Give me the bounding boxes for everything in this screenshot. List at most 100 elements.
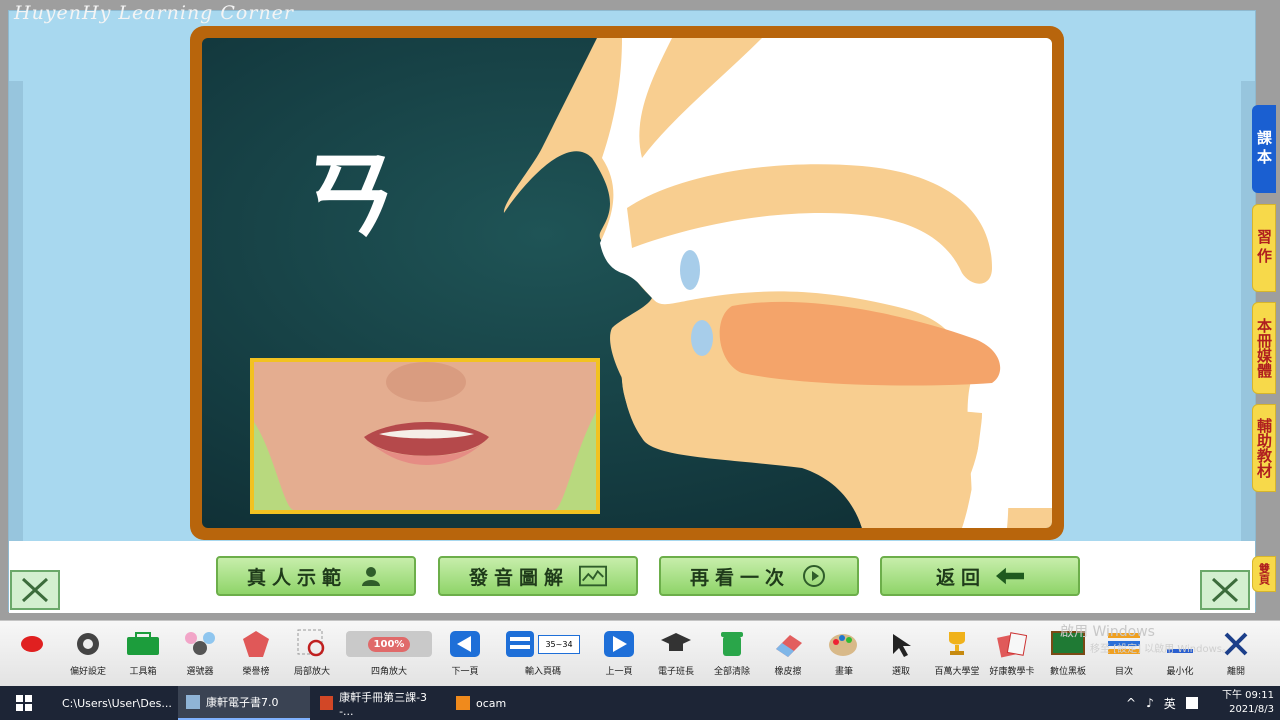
tool-label: 最小化: [1166, 667, 1194, 677]
class-leader-tool[interactable]: 電子班長: [646, 629, 706, 677]
toolbox-tool[interactable]: 工具箱: [113, 629, 173, 677]
four-corner-zoom-tool[interactable]: 100% 四角放大: [344, 629, 434, 677]
input-language[interactable]: 英: [1164, 695, 1176, 712]
clock-date: 2021/8/3: [1229, 704, 1274, 715]
real-person-video[interactable]: [250, 358, 600, 514]
trash-icon: [715, 629, 749, 659]
back-arrow-icon: [996, 563, 1024, 589]
button-label: 發音圖解: [468, 566, 569, 589]
replay-button[interactable]: 再看一次: [659, 556, 859, 596]
task-label: 康軒電子書7.0: [206, 696, 279, 709]
return-button[interactable]: 返回: [880, 556, 1080, 596]
next-page-tool[interactable]: 上一頁: [589, 629, 649, 677]
cards-icon: [995, 629, 1029, 659]
preferences-tool[interactable]: 偏好設定: [58, 629, 118, 677]
chevron-up-icon[interactable]: ^: [1126, 696, 1136, 710]
page-input-tool[interactable]: 35~34 輸入頁碼: [500, 629, 586, 677]
gear-icon: [71, 629, 105, 659]
cursor-icon: [884, 629, 918, 659]
selector-tool[interactable]: 選號器: [170, 629, 230, 677]
clock[interactable]: 下午 09:11 2021/8/3: [1214, 686, 1274, 720]
taskbar-item-explorer[interactable]: C:\Users\User\Des...: [48, 686, 174, 720]
left-strip: [9, 81, 23, 541]
person-icon: [357, 563, 385, 589]
zoom-icon: [295, 629, 329, 659]
page-input-field[interactable]: 35~34: [538, 634, 580, 654]
graduation-icon: [659, 629, 693, 659]
tab-textbook[interactable]: 課本: [1252, 105, 1276, 193]
button-label: 再看一次: [689, 566, 790, 589]
tool-label: 選取: [891, 667, 910, 677]
tool-label: 離開: [1226, 667, 1245, 677]
system-tray: ^ ♪ 英: [1126, 686, 1198, 720]
tool-label: 四角放大: [370, 667, 407, 677]
next-icon: [602, 629, 636, 659]
select-tool[interactable]: 選取: [871, 629, 931, 677]
button-label: 真人示範: [246, 566, 347, 589]
lower-tooth: [691, 320, 713, 356]
tool-label: 全部清除: [713, 667, 750, 677]
ocam-icon: [456, 696, 470, 710]
teaching-cards-tool[interactable]: 好康教學卡: [982, 629, 1042, 677]
tool-label: 選號器: [186, 667, 214, 677]
tool-label: 下一頁: [451, 667, 479, 677]
chart-icon: [579, 563, 607, 589]
tool-label: 好康教學卡: [989, 667, 1035, 677]
tab-aux-materials[interactable]: 輔助教材: [1252, 404, 1276, 492]
tool-label: 電子班長: [657, 667, 694, 677]
tool-label: 輸入頁碼: [524, 667, 561, 677]
close-right-button[interactable]: [1200, 570, 1250, 610]
upper-tooth: [680, 250, 700, 290]
ime-icon[interactable]: [1185, 697, 1198, 709]
taskbar-item-ocam[interactable]: ocam: [448, 686, 568, 720]
eraser-tool[interactable]: 橡皮擦: [758, 629, 818, 677]
taskbar-item-ebook[interactable]: 康軒電子書7.0: [178, 686, 310, 720]
task-label: 康軒手冊第三課-3 -...: [339, 690, 428, 718]
million-school-tool[interactable]: 百萬大學堂: [927, 629, 987, 677]
zoom-100-icon: 100%: [346, 629, 432, 659]
tool-label: 局部放大: [293, 667, 330, 677]
close-left-button[interactable]: [10, 570, 60, 610]
windows-activation-title: 啟用 Windows: [1060, 624, 1155, 640]
real-person-demo-button[interactable]: 真人示範: [216, 556, 416, 596]
tab-workbook[interactable]: 習作: [1252, 204, 1276, 292]
trophy-icon: [940, 629, 974, 659]
clock-time: 下午 09:11: [1222, 690, 1274, 701]
task-label: C:\Users\User\Des...: [62, 696, 172, 710]
pronunciation-board: ㄢ: [190, 26, 1064, 540]
mouth-video-frame: [254, 362, 596, 510]
palette-icon: [827, 629, 861, 659]
tool-label: 橡皮擦: [774, 667, 802, 677]
button-label: 返回: [935, 566, 986, 589]
tab-double-page[interactable]: 雙頁: [1252, 556, 1276, 592]
pen-tool[interactable]: 畫筆: [814, 629, 874, 677]
clear-all-tool[interactable]: 全部清除: [702, 629, 762, 677]
close-icon: [21, 577, 49, 603]
pronunciation-diagram-button[interactable]: 發音圖解: [438, 556, 638, 596]
prev-page-tool[interactable]: 下一頁: [435, 629, 495, 677]
tool-label: 數位黑板: [1049, 667, 1086, 677]
replay-icon: [800, 563, 828, 589]
tool-label: 畫筆: [834, 667, 853, 677]
tab-media[interactable]: 本冊媒體: [1252, 302, 1276, 394]
tool-label: 百萬大學堂: [934, 667, 980, 677]
tool-label: 上一頁: [605, 667, 633, 677]
zoom-badge: 100%: [367, 636, 411, 652]
volume-icon[interactable]: ♪: [1146, 696, 1154, 710]
start-button[interactable]: [4, 686, 44, 720]
powerpoint-icon: [320, 696, 334, 710]
selector-icon: [183, 629, 217, 659]
watermark: HuyenHy Learning Corner: [14, 2, 295, 24]
honor-icon: [239, 629, 273, 659]
tool-label: 榮譽榜: [242, 667, 270, 677]
task-label: ocam: [476, 696, 507, 710]
prev-icon: [448, 629, 482, 659]
windows-taskbar: C:\Users\User\Des... 康軒電子書7.0 康軒手冊第三課-3 …: [0, 686, 1280, 720]
windows-icon: [16, 695, 32, 711]
zhuyin-symbol: ㄢ: [295, 139, 404, 252]
tool-label: 工具箱: [129, 667, 157, 677]
honor-tool[interactable]: 榮譽榜: [226, 629, 286, 677]
local-zoom-tool[interactable]: 局部放大: [282, 629, 342, 677]
taskbar-item-powerpoint[interactable]: 康軒手冊第三課-3 -...: [312, 686, 446, 720]
record-tool[interactable]: [2, 629, 62, 659]
